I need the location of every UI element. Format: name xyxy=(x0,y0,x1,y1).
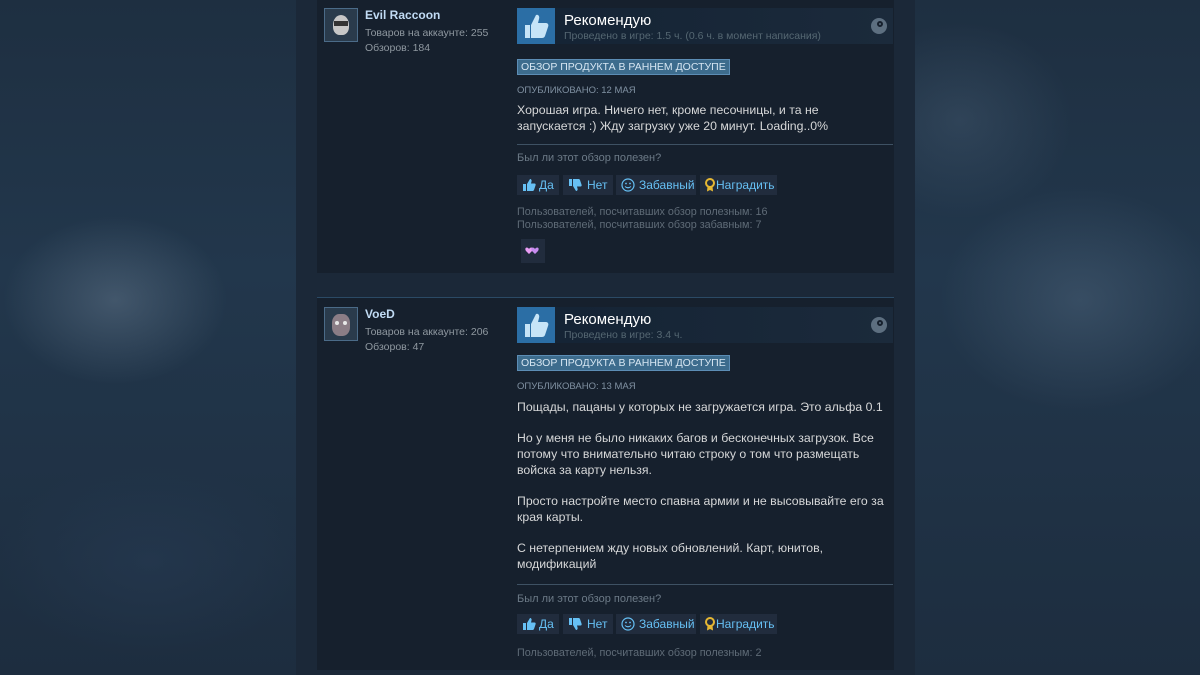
thumbs-up-icon xyxy=(517,8,555,44)
helpful-question: Был ли этот обзор полезен? xyxy=(517,593,662,605)
award-label: Наградить xyxy=(716,178,775,192)
author-name[interactable]: VoeD xyxy=(365,307,395,321)
award-icon xyxy=(705,617,715,631)
received-award[interactable] xyxy=(521,239,545,263)
review-card: Evil Raccoon Товаров на аккаунте: 255 Об… xyxy=(317,0,894,273)
vote-no-button[interactable]: Нет xyxy=(563,175,613,195)
thumbs-down-icon xyxy=(569,179,582,191)
award-heart-icon xyxy=(525,247,539,254)
smiley-icon xyxy=(621,178,635,192)
review-text: Хорошая игра. Ничего нет, кроме песочниц… xyxy=(517,102,887,134)
divider xyxy=(517,584,893,585)
author-reviews-count[interactable]: Обзоров: 47 xyxy=(365,341,424,353)
author-name[interactable]: Evil Raccoon xyxy=(365,8,440,22)
review-paragraph: Но у меня не было никаких багов и бескон… xyxy=(517,431,874,477)
thumbs-down-icon xyxy=(569,618,582,630)
playtime: Проведено в игре: 1.5 ч. (0.6 ч. в момен… xyxy=(564,30,821,42)
recommendation-header[interactable]: Рекомендую Проведено в игре: 1.5 ч. (0.6… xyxy=(517,8,893,44)
divider xyxy=(517,144,893,145)
recommendation-header[interactable]: Рекомендую Проведено в игре: 3.4 ч. xyxy=(517,307,893,343)
funny-count: Пользователей, посчитавших обзор забавны… xyxy=(517,219,762,231)
posted-date: ОПУБЛИКОВАНО: 12 МАЯ xyxy=(517,85,636,96)
helpful-count: Пользователей, посчитавших обзор полезны… xyxy=(517,206,768,218)
award-button[interactable]: Наградить xyxy=(700,614,777,634)
avatar[interactable] xyxy=(324,8,358,42)
vote-funny-button[interactable]: Забавный xyxy=(616,175,696,195)
author-reviews-count[interactable]: Обзоров: 184 xyxy=(365,42,430,54)
review-paragraph: Пощады, пацаны у которых не загружается … xyxy=(517,400,883,414)
early-access-badge: ОБЗОР ПРОДУКТА В РАННЕМ ДОСТУПЕ xyxy=(517,59,730,75)
recommendation-label: Рекомендую xyxy=(564,311,652,328)
early-access-badge: ОБЗОР ПРОДУКТА В РАННЕМ ДОСТУПЕ xyxy=(517,355,730,371)
vote-yes-button[interactable]: Да xyxy=(517,614,559,634)
smiley-icon xyxy=(621,617,635,631)
vote-funny-label: Забавный xyxy=(639,617,695,631)
avatar[interactable] xyxy=(324,307,358,341)
recommendation-label: Рекомендую xyxy=(564,12,652,29)
thumbs-up-icon xyxy=(517,307,555,343)
vote-yes-label: Да xyxy=(539,617,554,631)
review-text: Пощады, пацаны у которых не загружается … xyxy=(517,399,887,572)
helpful-question: Был ли этот обзор полезен? xyxy=(517,152,662,164)
vote-yes-label: Да xyxy=(539,178,554,192)
award-button[interactable]: Наградить xyxy=(700,175,777,195)
award-label: Наградить xyxy=(716,617,775,631)
vote-funny-button[interactable]: Забавный xyxy=(616,614,696,634)
vote-no-label: Нет xyxy=(587,178,608,192)
playtime: Проведено в игре: 3.4 ч. xyxy=(564,329,683,341)
review-paragraph: Хорошая игра. Ничего нет, кроме песочниц… xyxy=(517,103,829,133)
vote-no-label: Нет xyxy=(587,617,608,631)
thumbs-up-icon xyxy=(523,179,536,191)
author-products-count: Товаров на аккаунте: 255 xyxy=(365,27,489,39)
review-card: VoeD Товаров на аккаунте: 206 Обзоров: 4… xyxy=(317,297,894,670)
thumbs-up-icon xyxy=(523,618,536,630)
review-paragraph: Просто настройте место спавна армии и не… xyxy=(517,494,884,524)
steam-icon xyxy=(871,317,887,333)
steam-icon xyxy=(871,18,887,34)
author-products-count: Товаров на аккаунте: 206 xyxy=(365,326,489,338)
vote-yes-button[interactable]: Да xyxy=(517,175,559,195)
review-paragraph: С нетерпением жду новых обновлений. Карт… xyxy=(517,541,824,571)
helpful-count: Пользователей, посчитавших обзор полезны… xyxy=(517,647,762,659)
vote-funny-label: Забавный xyxy=(639,178,695,192)
posted-date: ОПУБЛИКОВАНО: 13 МАЯ xyxy=(517,381,636,392)
vote-no-button[interactable]: Нет xyxy=(563,614,613,634)
award-icon xyxy=(705,178,715,192)
